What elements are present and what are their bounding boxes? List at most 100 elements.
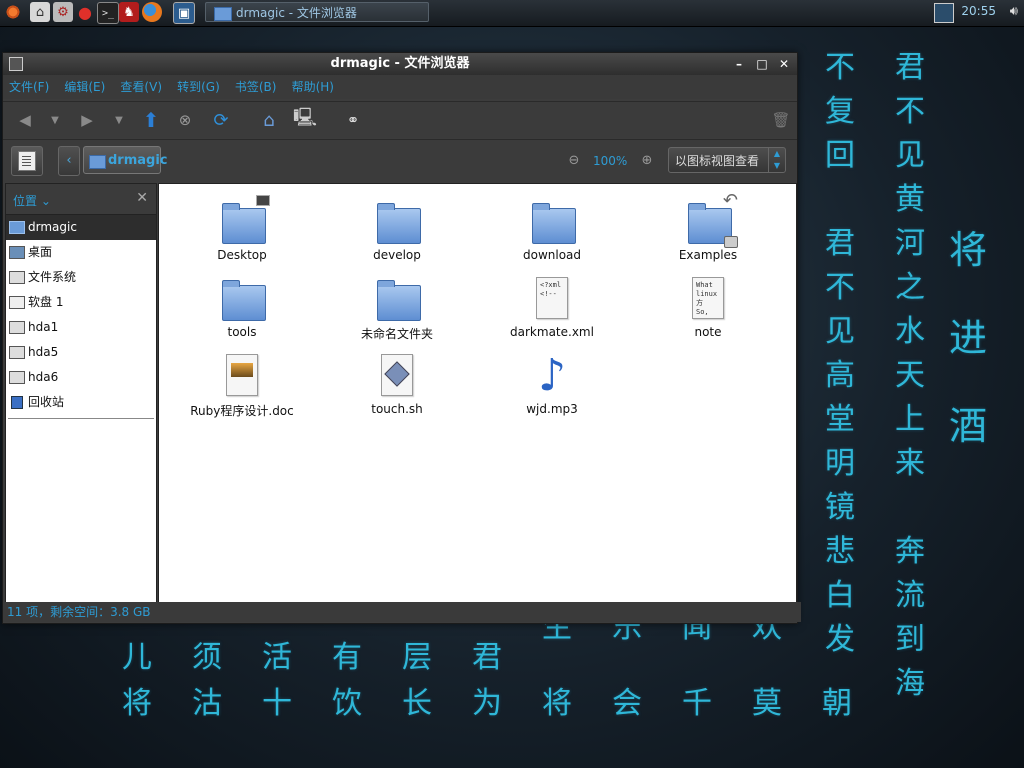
sidebar-item-trash[interactable]: 回收站 bbox=[6, 390, 156, 415]
home-launcher-icon[interactable]: ⌂ bbox=[30, 2, 50, 22]
folder-icon bbox=[214, 7, 232, 21]
back-history-chevron-icon[interactable]: ▼ bbox=[43, 108, 67, 132]
sidebar-item-hda5[interactable]: hda5 bbox=[6, 340, 156, 365]
zoom-out-icon[interactable]: ⊖ bbox=[566, 153, 582, 169]
sidebar-places-dropdown[interactable]: 位置 ⌄ bbox=[13, 192, 51, 209]
file-item[interactable]: Desktop bbox=[172, 195, 312, 262]
wallpaper-glyph: 不 bbox=[895, 94, 925, 129]
location-bar: ‹ drmagic ⊖ 100% ⊕ 以图标视图查看 ▲ ▼ bbox=[3, 139, 797, 182]
menu-edit[interactable]: 编辑(E) bbox=[58, 75, 109, 99]
wallpaper-glyph: 高 bbox=[825, 358, 855, 393]
wallpaper-glyph: 白 bbox=[825, 578, 855, 613]
computer-button[interactable]: 🖳︎ bbox=[293, 107, 317, 132]
file-item[interactable]: ↶ Examples bbox=[638, 190, 778, 262]
window-switcher-icon[interactable]: ▣ bbox=[173, 2, 195, 24]
sidebar-divider bbox=[8, 418, 154, 419]
window-menu-icon[interactable] bbox=[9, 57, 23, 71]
file-item[interactable]: develop bbox=[327, 198, 467, 262]
up-button[interactable]: ⬆ bbox=[139, 108, 163, 132]
file-item[interactable]: touch.sh bbox=[327, 352, 467, 416]
file-name: darkmate.xml bbox=[510, 325, 594, 339]
wallpaper-glyph: 莫 bbox=[752, 686, 782, 721]
menu-bookmarks[interactable]: 书签(B) bbox=[229, 75, 281, 99]
wallpaper-glyph: 十 bbox=[262, 686, 292, 721]
menu-file[interactable]: 文件(F) bbox=[3, 75, 53, 99]
trash-icon bbox=[11, 396, 23, 409]
wallpaper-poem-column-middle: 君不见黄河之水天上来 奔流到海 bbox=[890, 46, 930, 706]
forward-button[interactable]: ▶ bbox=[75, 108, 99, 132]
view-mode-select[interactable]: 以图标视图查看 ▲ ▼ bbox=[668, 147, 786, 173]
network-monitor-icon[interactable] bbox=[934, 3, 954, 23]
file-item[interactable]: <?xml <!-- darkmate.xml bbox=[482, 275, 622, 339]
folder-icon bbox=[218, 275, 266, 323]
file-name: touch.sh bbox=[371, 402, 423, 416]
trash-toolbar-icon[interactable]: 🗑︎ bbox=[769, 108, 793, 132]
wallpaper-glyph: 不 bbox=[825, 270, 855, 305]
menu-help[interactable]: 帮助(H) bbox=[286, 75, 338, 99]
hard-drive-icon bbox=[9, 321, 25, 334]
apple-launcher-icon[interactable]: ● bbox=[75, 2, 95, 22]
breadcrumb-current[interactable]: drmagic bbox=[83, 146, 168, 174]
breadcrumb-scroll-left-button[interactable]: ‹ bbox=[58, 146, 80, 176]
file-name: tools bbox=[227, 325, 257, 339]
wallpaper-glyph: 将 bbox=[122, 686, 152, 721]
wallpaper-glyph: 流 bbox=[895, 578, 925, 613]
close-button[interactable]: ✕ bbox=[776, 56, 792, 72]
menu-view[interactable]: 查看(V) bbox=[114, 75, 166, 99]
forward-history-chevron-icon[interactable]: ▼ bbox=[107, 108, 131, 132]
wallpaper-glyph: 不 bbox=[825, 50, 855, 85]
terminal-launcher-icon[interactable]: >_ bbox=[97, 2, 119, 24]
places-sidebar: 位置 ⌄ ✕ drmagic 桌面 文件系统 软盘 1 hda1 hda5 hd… bbox=[5, 183, 157, 603]
window-titlebar[interactable]: drmagic - 文件浏览器 – □ ✕ bbox=[3, 53, 797, 75]
clock[interactable]: 20:55 bbox=[961, 4, 996, 18]
file-item[interactable]: Ruby程序设计.doc bbox=[172, 352, 312, 419]
wallpaper-glyph: 镜 bbox=[825, 490, 855, 525]
firefox-launcher-icon[interactable] bbox=[142, 2, 162, 22]
wallpaper-glyph: 将 bbox=[542, 686, 572, 721]
wallpaper-glyph: 见 bbox=[895, 138, 925, 173]
volume-icon[interactable]: 🔊︎ bbox=[1010, 4, 1018, 19]
chevron-down-icon: ⌄ bbox=[40, 194, 51, 208]
ubuntu-menu-icon[interactable] bbox=[3, 2, 23, 22]
zoom-level[interactable]: 100% bbox=[593, 154, 627, 168]
file-item[interactable]: tools bbox=[172, 275, 312, 339]
hard-drive-icon bbox=[9, 371, 25, 384]
wallpaper-poem-title: 将进酒 bbox=[948, 206, 988, 470]
wallpaper-glyph bbox=[890, 486, 930, 530]
sidebar-item-desktop[interactable]: 桌面 bbox=[6, 240, 156, 265]
taskbar-item-file-browser[interactable]: drmagic - 文件浏览器 bbox=[205, 2, 429, 22]
stop-button[interactable]: ⊗ bbox=[173, 108, 197, 132]
game-launcher-icon[interactable]: ♞ bbox=[119, 2, 139, 22]
sidebar-close-icon[interactable]: ✕ bbox=[136, 190, 148, 206]
status-bar: 11 项，剩余空间：3.8 GB bbox=[3, 602, 801, 622]
wallpaper-glyph: 复 bbox=[825, 94, 855, 129]
wallpaper-glyph: 为 bbox=[472, 686, 502, 721]
wallpaper-poem-row-1: 儿须活有层君 bbox=[102, 636, 522, 680]
wallpaper-glyph: 儿 bbox=[122, 640, 152, 675]
sidebar-item-hda1[interactable]: hda1 bbox=[6, 315, 156, 340]
zoom-in-icon[interactable]: ⊕ bbox=[639, 153, 655, 169]
sidebar-item-drmagic[interactable]: drmagic bbox=[6, 215, 156, 240]
minimize-button[interactable]: – bbox=[731, 56, 747, 72]
menubar: 文件(F) 编辑(E) 查看(V) 转到(G) 书签(B) 帮助(H) bbox=[3, 75, 797, 99]
file-item[interactable]: download bbox=[482, 198, 622, 262]
sidebar-item-floppy[interactable]: 软盘 1 bbox=[6, 290, 156, 315]
sidebar-item-filesystem[interactable]: 文件系统 bbox=[6, 265, 156, 290]
search-binoculars-icon[interactable]: ⚭ bbox=[341, 108, 365, 132]
file-item[interactable]: Whatlinux方So, yo note bbox=[638, 275, 778, 339]
file-browser-window: drmagic - 文件浏览器 – □ ✕ 文件(F) 编辑(E) 查看(V) … bbox=[2, 52, 801, 624]
sidebar-item-hda6[interactable]: hda6 bbox=[6, 365, 156, 390]
menu-go[interactable]: 转到(G) bbox=[171, 75, 224, 99]
wallpaper-glyph: 堂 bbox=[825, 402, 855, 437]
home-folder-icon bbox=[89, 155, 106, 169]
maximize-button[interactable]: □ bbox=[754, 56, 770, 72]
system-settings-launcher-icon[interactable]: ⚙ bbox=[53, 2, 73, 22]
wallpaper-glyph: 饮 bbox=[332, 686, 362, 721]
reload-button[interactable]: ⟳ bbox=[209, 108, 233, 132]
hard-drive-icon bbox=[9, 346, 25, 359]
edit-location-button[interactable] bbox=[11, 146, 43, 176]
back-button[interactable]: ◀ bbox=[13, 108, 37, 132]
file-item[interactable]: ♪ wjd.mp3 bbox=[482, 352, 622, 417]
home-button[interactable]: ⌂ bbox=[257, 108, 281, 132]
file-item[interactable]: 未命名文件夹 bbox=[327, 275, 467, 342]
